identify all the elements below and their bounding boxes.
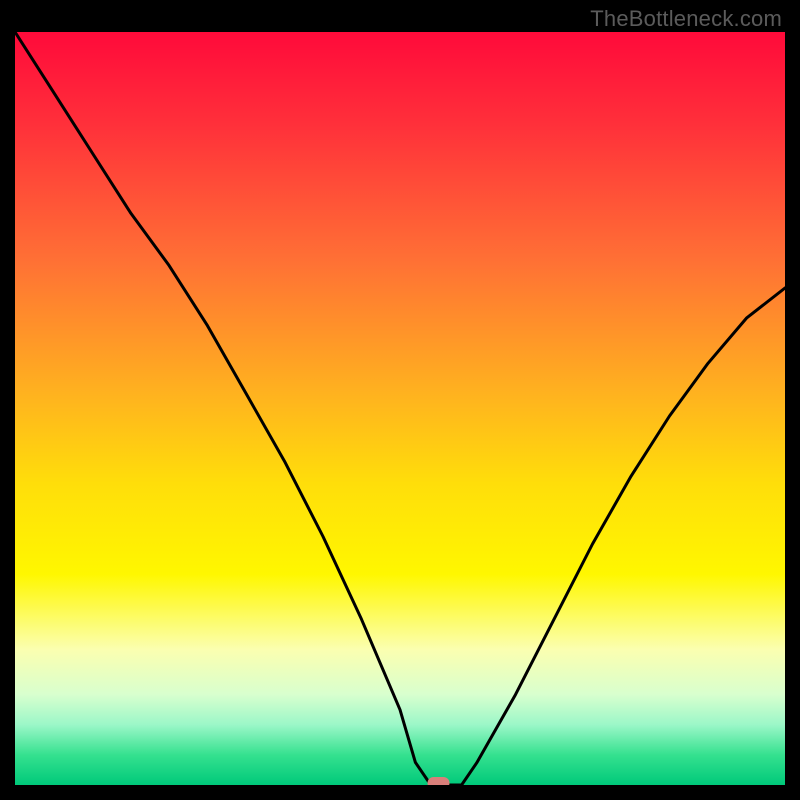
chart-background bbox=[15, 32, 785, 785]
min-marker bbox=[428, 777, 450, 785]
chart-frame bbox=[15, 32, 785, 785]
watermark-text: TheBottleneck.com bbox=[590, 6, 782, 32]
bottleneck-chart bbox=[15, 32, 785, 785]
